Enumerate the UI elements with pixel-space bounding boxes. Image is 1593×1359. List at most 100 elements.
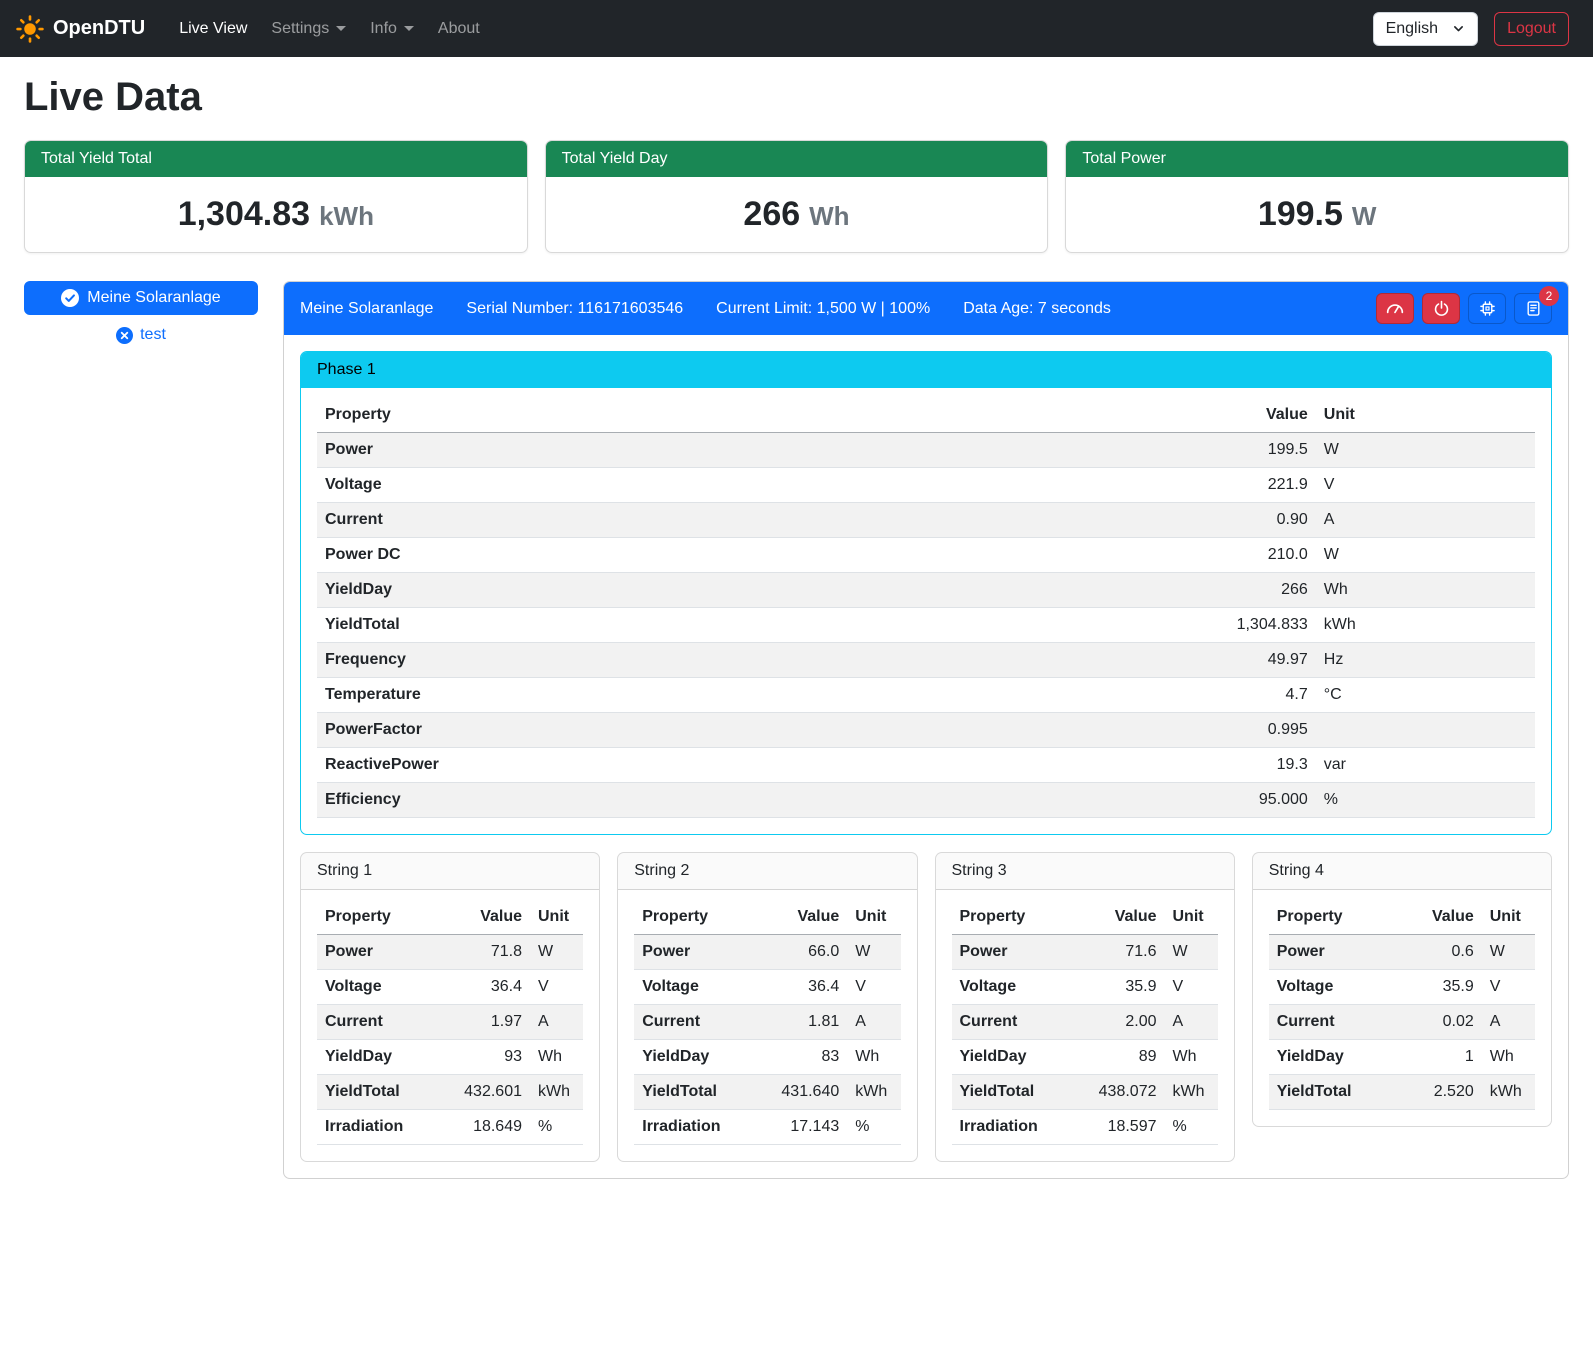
row-value: 0.6	[1402, 935, 1482, 970]
nav-item-settings[interactable]: Settings	[263, 12, 354, 46]
language-select-value: English	[1386, 20, 1438, 38]
summary-unit: kWh	[319, 201, 374, 232]
inverter-panel-header: Meine Solaranlage Serial Number: 1161716…	[284, 282, 1568, 335]
row-value: 89	[1085, 1040, 1165, 1075]
language-select[interactable]: English	[1373, 12, 1478, 46]
table-row: Power 199.5 W	[317, 433, 1535, 468]
row-property: PowerFactor	[317, 713, 915, 748]
inverter-name: Meine Solaranlage	[300, 300, 433, 318]
row-property: YieldDay	[317, 1040, 450, 1075]
row-unit: V	[847, 970, 900, 1005]
row-unit: kWh	[847, 1075, 900, 1110]
row-property: Power	[952, 935, 1085, 970]
table-row: Current 1.81 A	[634, 1005, 900, 1040]
row-unit: Hz	[1316, 643, 1535, 678]
row-value: 438.072	[1085, 1075, 1165, 1110]
main-content: Live Data Total Yield Total 1,304.83 kWh…	[0, 75, 1593, 1203]
table-row: Irradiation 18.649 %	[317, 1110, 583, 1145]
column-header-unit: Unit	[1316, 398, 1535, 433]
nav-item-live-view[interactable]: Live View	[171, 12, 255, 46]
table-row: YieldTotal 2.520 kWh	[1269, 1075, 1535, 1110]
column-header-value: Value	[1402, 900, 1482, 935]
table-row: Power DC 210.0 W	[317, 538, 1535, 573]
content-row: Meine Solaranlage test Meine Solaranlage…	[24, 281, 1569, 1179]
row-unit: %	[847, 1110, 900, 1145]
row-value: 266	[915, 573, 1316, 608]
row-value: 95.000	[915, 783, 1316, 818]
summary-unit: W	[1352, 201, 1377, 232]
string-table: Property Value Unit Power 71.8 W	[317, 900, 583, 1145]
table-row: YieldTotal 1,304.833 kWh	[317, 608, 1535, 643]
string-body: Property Value Unit Power 66.0 W	[618, 890, 916, 1161]
summary-value: 1,304.83	[178, 195, 310, 234]
row-unit: A	[1165, 1005, 1218, 1040]
column-header-unit: Unit	[847, 900, 900, 935]
row-property: Current	[952, 1005, 1085, 1040]
row-property: Voltage	[317, 468, 915, 503]
inverter-sidebar: Meine Solaranlage test	[24, 281, 258, 344]
string-title: String 4	[1253, 853, 1551, 890]
row-unit: W	[1165, 935, 1218, 970]
table-row: Voltage 36.4 V	[317, 970, 583, 1005]
row-value: 49.97	[915, 643, 1316, 678]
inverter-select-label: Meine Solaranlage	[87, 289, 220, 307]
row-property: YieldDay	[317, 573, 915, 608]
row-unit: W	[1482, 935, 1535, 970]
row-property: YieldTotal	[634, 1075, 767, 1110]
column-header-property: Property	[317, 900, 450, 935]
row-property: Voltage	[952, 970, 1085, 1005]
inverter-select-button[interactable]: Meine Solaranlage	[24, 281, 258, 315]
phase-table: Property Value Unit Power 199.5 W	[317, 398, 1535, 818]
row-unit: V	[1316, 468, 1535, 503]
row-property: YieldTotal	[317, 1075, 450, 1110]
table-row: YieldDay 83 Wh	[634, 1040, 900, 1075]
table-row: Temperature 4.7 °C	[317, 678, 1535, 713]
brand[interactable]: OpenDTU	[16, 15, 145, 43]
table-row: YieldTotal 438.072 kWh	[952, 1075, 1218, 1110]
summary-cards: Total Yield Total 1,304.83 kWh Total Yie…	[24, 140, 1569, 253]
string-title: String 2	[618, 853, 916, 890]
table-row: Frequency 49.97 Hz	[317, 643, 1535, 678]
column-header-property: Property	[1269, 900, 1402, 935]
summary-card-title: Total Power	[1066, 141, 1568, 177]
nav-links: Live View Settings Info About	[167, 12, 492, 46]
phase-body: Property Value Unit Power 199.5 W	[301, 388, 1551, 834]
limit-settings-button[interactable]	[1376, 293, 1414, 324]
sun-icon	[16, 15, 44, 43]
row-value: 35.9	[1085, 970, 1165, 1005]
row-value: 93	[450, 1040, 530, 1075]
row-unit: Wh	[1165, 1040, 1218, 1075]
table-row: YieldTotal 431.640 kWh	[634, 1075, 900, 1110]
table-header-row: Property Value Unit	[1269, 900, 1535, 935]
nav-item-info[interactable]: Info	[362, 12, 422, 46]
summary-card-body: 1,304.83 kWh	[25, 177, 527, 252]
table-row: Voltage 35.9 V	[952, 970, 1218, 1005]
row-value: 19.3	[915, 748, 1316, 783]
event-log-button[interactable]: 2	[1514, 293, 1552, 324]
column-header-value: Value	[767, 900, 847, 935]
row-value: 0.90	[915, 503, 1316, 538]
row-value: 71.6	[1085, 935, 1165, 970]
column-header-unit: Unit	[1482, 900, 1535, 935]
nav-item-about[interactable]: About	[430, 12, 488, 46]
table-row: Irradiation 17.143 %	[634, 1110, 900, 1145]
column-header-value: Value	[450, 900, 530, 935]
row-value: 432.601	[450, 1075, 530, 1110]
row-unit: V	[530, 970, 583, 1005]
inverter-test-button[interactable]: test	[116, 326, 166, 344]
row-value: 1,304.833	[915, 608, 1316, 643]
device-info-button[interactable]	[1468, 293, 1506, 324]
row-property: YieldDay	[634, 1040, 767, 1075]
summary-card-title: Total Yield Day	[546, 141, 1048, 177]
row-property: Current	[1269, 1005, 1402, 1040]
row-unit: %	[530, 1110, 583, 1145]
string-table: Property Value Unit Power 66.0 W	[634, 900, 900, 1145]
row-property: Temperature	[317, 678, 915, 713]
column-header-property: Property	[317, 398, 915, 433]
power-toggle-button[interactable]	[1422, 293, 1460, 324]
inverter-actions: 2	[1376, 293, 1552, 324]
logout-button[interactable]: Logout	[1494, 12, 1569, 46]
row-value: 2.00	[1085, 1005, 1165, 1040]
row-value: 4.7	[915, 678, 1316, 713]
row-value: 1.97	[450, 1005, 530, 1040]
